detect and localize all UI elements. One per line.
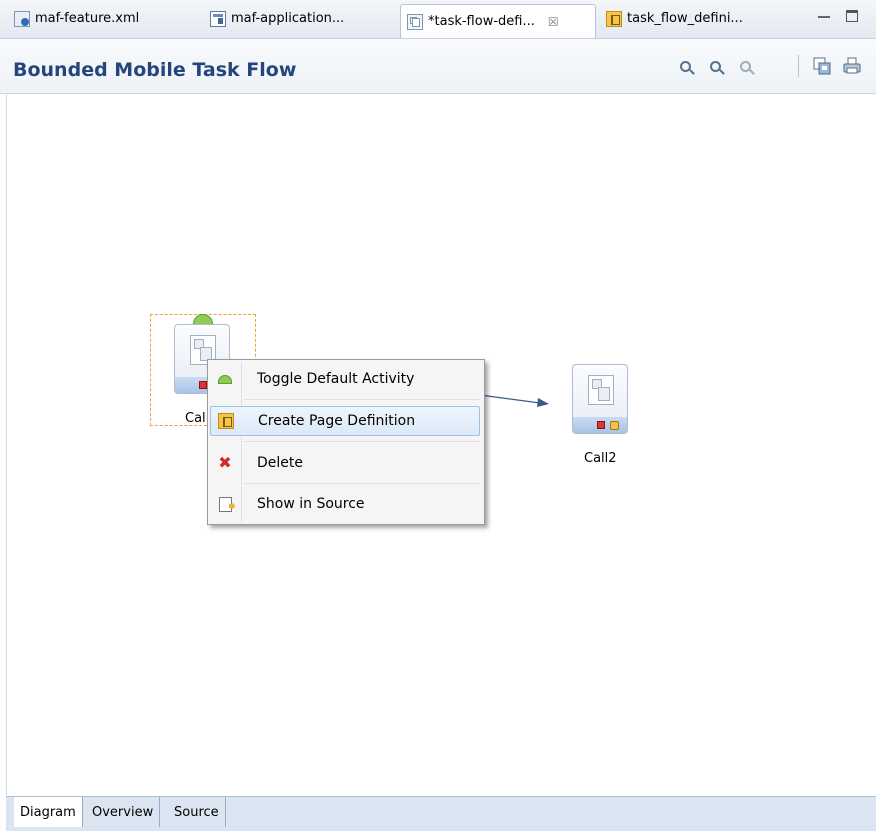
task-flow-call-icon <box>588 375 614 405</box>
xml-file-icon <box>14 10 30 27</box>
page-definition-badge-icon <box>610 421 619 430</box>
error-icon <box>597 421 605 429</box>
menu-item-create-page-definition[interactable]: Create Page Definition <box>210 406 480 436</box>
application-file-icon <box>210 10 226 27</box>
page-title: Bounded Mobile Task Flow <box>13 59 297 81</box>
delete-icon: ✖ <box>218 453 232 472</box>
menu-item-toggle-default-activity[interactable]: Toggle Default Activity <box>210 364 480 394</box>
show-source-icon <box>218 496 232 512</box>
tab-label: maf-application... <box>231 11 345 26</box>
print-icon[interactable] <box>843 57 861 75</box>
minimize-icon[interactable] <box>818 12 830 18</box>
zoom-in-icon[interactable] <box>676 57 694 75</box>
tab-label: maf-feature.xml <box>35 11 140 26</box>
node-label-call2[interactable]: Call2 <box>584 451 617 466</box>
close-icon[interactable]: ☒ <box>548 15 559 29</box>
task-flow-file-icon <box>407 13 423 30</box>
control-flow-arrow[interactable] <box>480 390 550 410</box>
tab-task-flow-definition[interactable]: *task-flow-defi... ☒ <box>400 4 596 38</box>
tab-diagram[interactable]: Diagram <box>14 797 83 827</box>
page-definition-file-icon <box>606 10 622 27</box>
default-activity-icon <box>218 374 232 384</box>
tab-label: task_flow_defini... <box>627 11 743 26</box>
page-definition-icon <box>218 413 234 429</box>
error-icon <box>199 381 207 389</box>
node-label-call1[interactable]: Cal <box>185 411 206 426</box>
tab-source[interactable]: Source <box>168 797 226 827</box>
maximize-icon[interactable] <box>846 10 858 22</box>
editor-tab-bar: maf-feature.xml maf-application... *task… <box>0 0 876 39</box>
menu-item-delete[interactable]: ✖ Delete <box>210 448 480 478</box>
menu-item-show-in-source[interactable]: Show in Source <box>210 489 480 519</box>
toolbar-separator <box>798 55 799 77</box>
save-as-image-icon[interactable] <box>813 57 831 75</box>
task-flow-call-node-call2[interactable] <box>572 364 628 434</box>
context-menu: Toggle Default Activity Create Page Defi… <box>207 359 485 525</box>
editor-bottom-tabs: Diagram Overview Source <box>6 796 876 831</box>
tab-label: *task-flow-defi... <box>428 14 535 29</box>
tab-maf-feature[interactable]: maf-feature.xml <box>8 4 145 33</box>
zoom-fit-icon[interactable] <box>736 57 754 75</box>
tab-overview[interactable]: Overview <box>86 797 161 827</box>
tab-maf-application[interactable]: maf-application... <box>204 4 350 33</box>
tab-task-flow-page-definition[interactable]: task_flow_defini... <box>600 4 749 33</box>
zoom-out-icon[interactable] <box>706 57 724 75</box>
